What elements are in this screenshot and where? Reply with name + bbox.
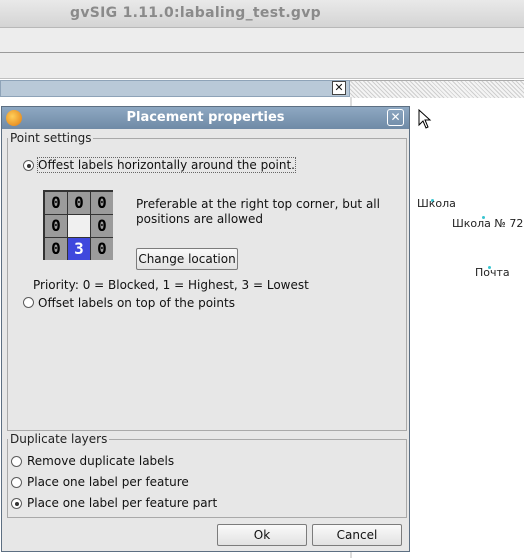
remove-duplicates-radio[interactable] (11, 456, 22, 467)
remove-duplicates-label[interactable]: Remove duplicate labels (27, 454, 174, 468)
grid-cell-middle-left[interactable]: 0 (45, 215, 67, 237)
map-label: Почта (475, 266, 510, 279)
map-frame-border (350, 80, 524, 98)
ok-button[interactable]: Ok (217, 524, 307, 546)
grid-cell-bottom-center[interactable]: 3 (68, 238, 90, 260)
inner-window-title-bar (0, 80, 350, 97)
one-per-feature-radio[interactable] (11, 477, 22, 488)
cancel-button[interactable]: Cancel (312, 524, 402, 546)
offset-around-radio[interactable] (23, 160, 34, 171)
toolbar (0, 53, 524, 79)
one-per-feature-label[interactable]: Place one label per feature (27, 475, 189, 489)
dialog-title: Placement properties (126, 110, 285, 125)
offset-on-top-label[interactable]: Offset labels on top of the points (38, 296, 235, 310)
dialog-close-icon[interactable]: ✕ (387, 109, 404, 126)
duplicate-layers-legend: Duplicate layers (10, 432, 108, 446)
app-title: gvSIG 1.11.0:labaling_test.gvp (70, 5, 322, 21)
grid-cell-bottom-right[interactable]: 0 (91, 238, 113, 260)
placement-grid: 0 0 0 0 0 0 3 0 (43, 190, 113, 260)
placement-description: Preferable at the right top corner, but … (136, 197, 380, 226)
change-location-button[interactable]: Change location (136, 248, 238, 270)
one-per-feature-part-label[interactable]: Place one label per feature part (27, 496, 217, 510)
grid-cell-top-right[interactable]: 0 (91, 192, 113, 214)
grid-cell-bottom-left[interactable]: 0 (45, 238, 67, 260)
offset-on-top-radio[interactable] (23, 297, 34, 308)
one-per-feature-part-radio[interactable] (11, 498, 22, 509)
map-label: Школа № 72 (452, 217, 524, 230)
offset-around-label[interactable]: Offest labels horizontally around the po… (37, 157, 296, 173)
inner-window-close-icon[interactable]: ✕ (332, 81, 346, 95)
priority-legend-text: Priority: 0 = Blocked, 1 = Highest, 3 = … (33, 278, 309, 292)
mouse-cursor-icon (418, 109, 432, 129)
grid-cell-top-center[interactable]: 0 (68, 192, 90, 214)
point-settings-legend: Point settings (10, 131, 92, 145)
map-label: Школа (417, 197, 456, 210)
grid-cell-center (68, 215, 90, 237)
menu-bar (0, 28, 524, 53)
grid-cell-top-left[interactable]: 0 (45, 192, 67, 214)
grid-cell-middle-right[interactable]: 0 (91, 215, 113, 237)
